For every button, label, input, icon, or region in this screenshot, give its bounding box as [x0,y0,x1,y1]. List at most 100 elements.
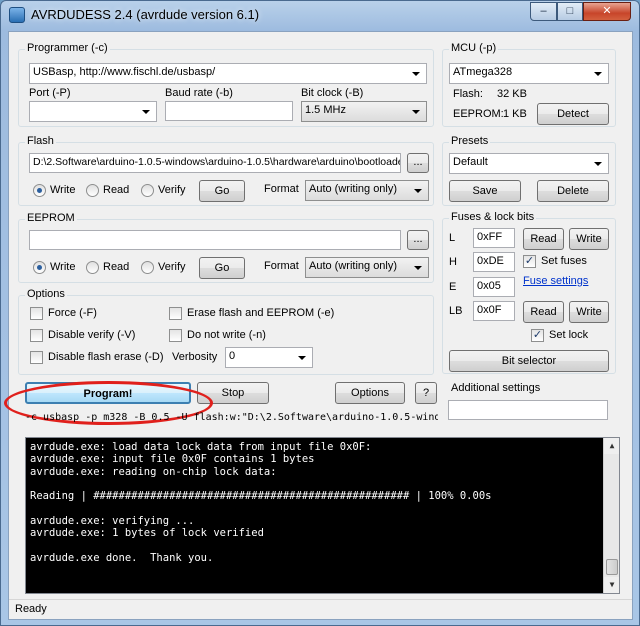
flash-go-button[interactable]: Go [199,180,245,202]
eeprom-group: EEPROM ... Write Read Verify Go Format A… [18,212,434,283]
flash-group-title: Flash [25,135,56,147]
force-label: Force (-F) [48,307,97,319]
erase-checkbox[interactable] [169,307,182,320]
baud-rate-input[interactable] [165,101,293,121]
bit-selector-button[interactable]: Bit selector [449,350,609,372]
eeprom-file-input[interactable] [29,230,401,250]
mcu-group: MCU (-p) ATmega328 Flash: 32 KB EEPROM: … [442,42,616,127]
flash-browse-button[interactable]: ... [407,153,429,173]
eeprom-write-label: Write [50,261,76,273]
app-window: AVRDUDESS 2.4 (avrdude version 6.1) – □ … [0,0,640,626]
flash-file-input[interactable]: D:\2.Software\arduino-1.0.5-windows\ardu… [29,153,401,173]
fuses-group-title: Fuses & lock bits [449,211,537,223]
console-lines: avrdude.exe: load data lock data from in… [30,441,600,589]
status-text: Ready [15,603,47,615]
fuse-l-input[interactable]: 0xFF [473,228,515,248]
main-panel: Programmer (-c) USBasp, http://www.fisch… [4,31,633,620]
eeprom-read-label: Read [103,261,130,273]
do-not-write-checkbox[interactable] [169,329,182,342]
fuse-h-input[interactable]: 0xDE [473,252,515,272]
fuses-write-button[interactable]: Write [569,228,609,250]
eeprom-browse-button[interactable]: ... [407,230,429,250]
eeprom-format-label: Format [264,260,299,272]
detect-button[interactable]: Detect [537,103,609,125]
mcu-group-title: MCU (-p) [449,42,499,54]
verbosity-select[interactable]: 0 [225,347,313,368]
help-button[interactable]: ? [415,382,437,404]
fuses-read-button[interactable]: Read [523,228,564,250]
bit-clock-select[interactable]: 1.5 MHz [301,101,427,122]
disable-flash-erase-label: Disable flash erase (-D) [48,351,164,363]
console-line: Reading | ##############################… [30,490,492,503]
eeprom-write-radio[interactable] [33,261,46,274]
programmer-select[interactable]: USBasp, http://www.fischl.de/usbasp/ [29,63,427,84]
close-button[interactable]: ✕ [583,2,631,21]
flash-format-label: Format [264,183,299,195]
options-group: Options Force (-F) Disable verify (-V) D… [18,288,434,375]
flash-read-radio[interactable] [86,184,99,197]
programmer-group: Programmer (-c) USBasp, http://www.fisch… [18,42,434,127]
additional-settings-label: Additional settings [451,382,541,394]
lock-write-button[interactable]: Write [569,301,609,323]
disable-verify-checkbox[interactable] [30,329,43,342]
scroll-thumb[interactable] [606,559,618,575]
preset-delete-button[interactable]: Delete [537,180,609,202]
force-checkbox[interactable] [30,307,43,320]
port-select[interactable] [29,101,157,122]
eeprom-size-value: 1 KB [503,108,527,120]
additional-settings-input[interactable] [448,400,608,420]
flash-verify-radio[interactable] [141,184,154,197]
disable-verify-label: Disable verify (-V) [48,329,136,341]
preset-save-button[interactable]: Save [449,180,521,202]
presets-group: Presets Default Save Delete [442,135,616,206]
flash-verify-label: Verify [158,184,186,196]
program-button[interactable]: Program! [25,382,191,404]
erase-label: Erase flash and EEPROM (-e) [187,307,335,319]
maximize-button[interactable]: □ [557,2,583,21]
presets-group-title: Presets [449,135,491,147]
lock-bits-input[interactable]: 0x0F [473,301,515,321]
mcu-select[interactable]: ATmega328 [449,63,609,84]
flash-format-select[interactable]: Auto (writing only) [305,180,429,201]
bit-clock-label: Bit clock (-B) [301,87,364,99]
flash-group: Flash D:\2.Software\arduino-1.0.5-window… [18,135,434,206]
lock-bits-label: LB [449,305,463,317]
console-line: avrdude.exe: load data lock data from in… [30,441,372,453]
eeprom-verify-radio[interactable] [141,261,154,274]
eeprom-format-select[interactable]: Auto (writing only) [305,257,429,278]
programmer-group-title: Programmer (-c) [25,42,110,54]
options-button[interactable]: Options [335,382,405,404]
disable-flash-erase-checkbox[interactable] [30,351,43,364]
minimize-button[interactable]: – [530,2,557,21]
fuse-l-label: L [449,232,456,244]
flash-read-label: Read [103,184,130,196]
app-icon [9,7,25,23]
baud-rate-label: Baud rate (-b) [165,87,233,99]
console-scrollbar[interactable]: ▲ ▼ [603,438,619,593]
eeprom-go-button[interactable]: Go [199,257,245,279]
eeprom-size-label: EEPROM: [453,108,504,120]
eeprom-read-radio[interactable] [86,261,99,274]
fuse-settings-link[interactable]: Fuse settings [523,275,588,287]
presets-select[interactable]: Default [449,153,609,174]
title-bar[interactable]: AVRDUDESS 2.4 (avrdude version 6.1) – □ … [1,1,639,29]
set-lock-checkbox[interactable]: ✓ [531,329,544,342]
fuse-e-input[interactable]: 0x05 [473,277,515,297]
console-line: avrdude.exe: reading on-chip lock data: [30,465,277,478]
console-line: avrdude.exe: 1 bytes of lock verified [30,527,264,540]
scroll-down-icon[interactable]: ▼ [604,577,619,593]
console-line: avrdude.exe: input file 0x0F contains 1 … [30,453,315,466]
fuse-e-label: E [449,281,457,293]
stop-button[interactable]: Stop [197,382,269,404]
lock-read-button[interactable]: Read [523,301,564,323]
set-fuses-checkbox[interactable]: ✓ [523,255,536,268]
flash-write-radio[interactable] [33,184,46,197]
verbosity-label: Verbosity [172,351,218,363]
scroll-up-icon[interactable]: ▲ [604,438,619,454]
command-line-preview: -c usbasp -p m328 -B 0.5 -U flash:w:"D:\… [25,412,438,423]
console-line: avrdude.exe done. Thank you. [30,551,214,564]
